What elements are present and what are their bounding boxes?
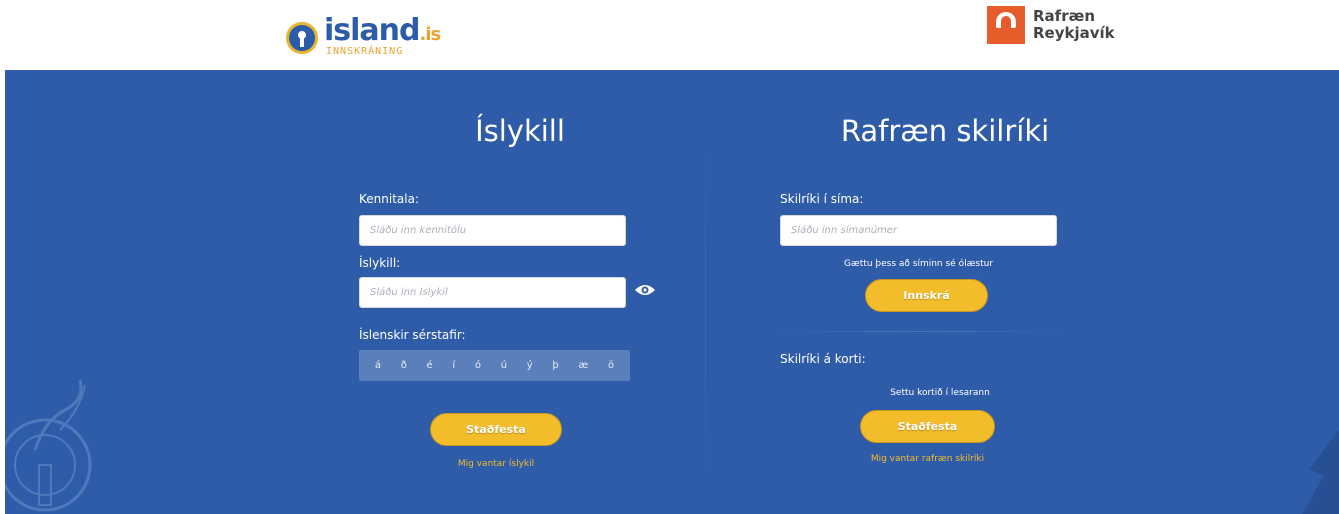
special-char-button[interactable]: í xyxy=(452,360,455,371)
kennitala-input[interactable] xyxy=(359,215,626,246)
special-chars-label: Íslenskir sérstafir: xyxy=(359,328,466,342)
missing-rafraen-skilriki-link[interactable]: Mig vantar rafræn skilríki xyxy=(825,454,1030,464)
islykill-password-input[interactable] xyxy=(359,277,626,308)
card-label: Skilríki á korti: xyxy=(780,352,866,366)
phone-label: Skilríki í síma: xyxy=(780,192,864,206)
phone-number-input[interactable] xyxy=(780,215,1057,246)
rafraen-skilriki-title: Rafræn skilríki xyxy=(840,114,1050,148)
special-char-button[interactable]: æ xyxy=(578,360,588,371)
section-separator xyxy=(780,331,1060,332)
rvk-logo-line1: Rafræn xyxy=(1033,7,1095,25)
special-char-button[interactable]: þ xyxy=(552,360,558,371)
special-char-button[interactable]: ú xyxy=(501,360,507,371)
island-tld-text: .is xyxy=(419,23,442,45)
missing-islykill-link[interactable]: Mig vantar íslykil xyxy=(430,459,562,469)
rvk-logo-line2: Reykjavík xyxy=(1033,24,1115,42)
special-char-button[interactable]: ð xyxy=(401,360,407,371)
kennitala-label: Kennitala: xyxy=(359,192,419,206)
decorative-corner-icon xyxy=(1302,430,1339,514)
card-submit-button[interactable]: Staðfesta xyxy=(860,410,995,443)
special-char-button[interactable]: á xyxy=(375,360,381,371)
island-sub-text: INNSKRÁNING xyxy=(326,45,404,57)
special-chars-bar: á ð é í ó ú ý þ æ ö xyxy=(359,350,630,381)
phone-login-button[interactable]: Innskrá xyxy=(865,279,988,312)
rafraen-reykjavik-logo[interactable]: Rafræn Reykjavík xyxy=(987,6,1115,44)
header: island.is INNSKRÁNING Rafræn Reykjavík xyxy=(0,0,1339,70)
islykill-label: Íslykill: xyxy=(359,256,401,270)
islykill-title: Íslykill xyxy=(475,114,565,148)
phone-unlock-note: Gættu þess að síminn sé ólæstur xyxy=(843,259,994,269)
section-divider xyxy=(705,150,706,470)
special-char-button[interactable]: ö xyxy=(608,360,614,371)
special-char-button[interactable]: ó xyxy=(475,360,481,371)
islykill-submit-button[interactable]: Staðfesta xyxy=(430,413,562,446)
special-char-button[interactable]: é xyxy=(427,360,433,371)
special-char-button[interactable]: ý xyxy=(527,360,533,371)
island-logo[interactable]: island.is INNSKRÁNING xyxy=(286,12,442,60)
eye-icon[interactable] xyxy=(634,283,656,297)
keyhole-icon xyxy=(286,22,318,54)
card-reader-note: Settu kortið í lesarann xyxy=(890,388,990,398)
rvk-mark-icon xyxy=(987,6,1025,44)
login-panel: Íslykill Kennitala: Íslykill: Íslenskir … xyxy=(5,70,1339,514)
decorative-key-icon xyxy=(5,379,92,512)
island-brand-text: island xyxy=(324,12,420,48)
